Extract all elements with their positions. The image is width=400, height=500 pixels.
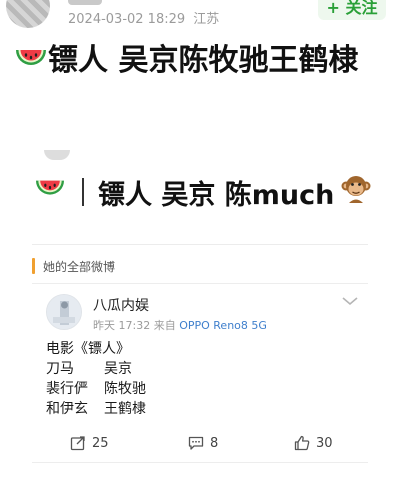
post-location: 江苏 [193, 12, 220, 27]
weibo-quote-card[interactable]: 她的全部微博 八瓜内娱 昨天 17:32 来自 OPPO Reno8 5G 电影… [32, 244, 368, 463]
cast-actor: 王鹤棣 [104, 401, 146, 417]
all-posts-header[interactable]: 她的全部微博 [32, 255, 115, 277]
post-title: 电影《镖人》 [46, 341, 130, 357]
post-body: 电影《镖人》 刀马 吴京 裴行俨 陈牧驰 和伊玄 王鹤棣 [46, 339, 146, 419]
section-marker [32, 258, 35, 274]
watermelon-icon [34, 175, 66, 210]
action-bar: 25 8 30 [32, 429, 368, 459]
repost-icon [70, 436, 85, 451]
watermelon-icon [14, 44, 48, 86]
all-posts-label: 她的全部微博 [43, 259, 116, 274]
weibo-post-screen: 2024-03-02 18:29 江苏 + 关注 镖人 吴京陈牧驰王鹤棣 镖人 … [0, 0, 400, 500]
source-meta: 昨天 17:32 来自 OPPO Reno8 5G [93, 317, 267, 333]
cast-row: 和伊玄 王鹤棣 [46, 399, 146, 419]
comment-count: 8 [210, 435, 219, 451]
source-from-label: 来自 [153, 319, 176, 332]
post-headline: 镖人 吴京陈牧驰王鹤棣 [14, 40, 390, 86]
chevron-down-icon[interactable] [341, 295, 359, 307]
cast-actor: 陈牧驰 [104, 381, 146, 397]
faded-avatar [44, 150, 70, 160]
divider-bar [82, 178, 84, 206]
cast-role: 和伊玄 [46, 401, 88, 417]
source-account-name[interactable]: 八瓜内娱 [93, 295, 149, 315]
sub-headline-text: 镖人 吴京 陈much [98, 179, 335, 211]
author-row: 2024-03-02 18:29 江苏 + 关注 [0, 0, 400, 30]
like-button[interactable]: 30 [294, 435, 333, 451]
card-bottom-line [32, 462, 368, 463]
post-timestamp: 2024-03-02 18:29 [68, 12, 186, 27]
headline-text: 镖人 吴京陈牧驰王鹤棣 [48, 43, 359, 78]
cast-role: 裴行俨 [46, 381, 88, 397]
source-device[interactable]: OPPO Reno8 5G [179, 319, 267, 332]
card-divider [32, 283, 368, 284]
author-avatar[interactable] [6, 0, 50, 28]
source-avatar[interactable] [46, 294, 82, 330]
monkey-icon [340, 173, 372, 212]
author-name-blurred [68, 0, 102, 5]
sub-headline: 镖人 吴京 陈much [34, 172, 372, 212]
cast-actor: 吴京 [104, 361, 132, 377]
repost-count: 25 [92, 435, 109, 451]
comment-button[interactable]: 8 [188, 435, 218, 451]
like-count: 30 [316, 435, 333, 451]
cast-role: 刀马 [46, 361, 74, 377]
post-meta: 2024-03-02 18:29 江苏 [68, 8, 223, 27]
repost-button[interactable]: 25 [70, 435, 109, 451]
cast-row: 裴行俨 陈牧驰 [46, 379, 146, 399]
follow-button[interactable]: + 关注 [318, 0, 386, 20]
thumbs-up-icon [294, 435, 310, 451]
comment-icon [188, 436, 204, 450]
source-time: 昨天 17:32 [93, 319, 151, 332]
cast-row: 刀马 吴京 [46, 359, 146, 379]
